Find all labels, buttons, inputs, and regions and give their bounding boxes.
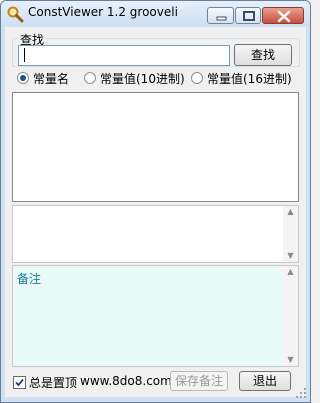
magnifier-app-icon xyxy=(7,6,24,23)
detail-text-area[interactable] xyxy=(12,205,299,263)
note-scrollbar[interactable]: ▲ ▼ xyxy=(283,266,298,366)
radio-indicator[interactable] xyxy=(17,72,29,84)
minimize-button[interactable] xyxy=(207,7,234,24)
radio-const-value-hex[interactable]: 常量值(16进制) xyxy=(191,69,292,87)
scroll-down-arrow-icon[interactable]: ▼ xyxy=(283,354,298,366)
radio-label: 常量值(16进制) xyxy=(207,71,292,86)
detail-scrollbar[interactable]: ▲ ▼ xyxy=(283,206,298,262)
window-title: ConstViewer 1.2 grooveli xyxy=(28,5,178,19)
note-text-area[interactable] xyxy=(12,265,299,367)
text-caret xyxy=(24,48,25,62)
save-note-button[interactable]: 保存备注 xyxy=(170,371,228,391)
checkmark-icon xyxy=(15,378,24,386)
maximize-button[interactable] xyxy=(235,7,261,24)
minimize-icon xyxy=(216,16,227,21)
scroll-down-arrow-icon[interactable]: ▼ xyxy=(283,250,298,262)
always-on-top-label: 总是置顶 xyxy=(29,375,78,390)
checkbox-indicator[interactable] xyxy=(13,375,26,389)
radio-const-name[interactable]: 常量名 xyxy=(17,69,69,87)
radio-label: 常量值(10进制) xyxy=(100,71,185,86)
search-input[interactable] xyxy=(18,45,230,66)
always-on-top-checkbox[interactable]: 总是置顶 xyxy=(13,372,77,392)
scroll-up-arrow-icon[interactable]: ▲ xyxy=(283,266,298,278)
radio-const-value-dec[interactable]: 常量值(10进制) xyxy=(84,69,185,87)
search-button[interactable]: 查找 xyxy=(234,44,292,66)
radio-indicator[interactable] xyxy=(191,72,203,84)
maximize-icon xyxy=(243,11,255,21)
close-icon xyxy=(277,10,291,23)
resize-grip-icon[interactable] xyxy=(295,387,307,399)
radio-label: 常量名 xyxy=(33,71,70,86)
radio-indicator[interactable] xyxy=(84,72,96,84)
result-list[interactable] xyxy=(12,92,299,202)
website-link[interactable]: www.8do8.com xyxy=(80,374,172,388)
exit-button[interactable]: 退出 xyxy=(239,371,291,391)
note-label: 备注 xyxy=(17,272,42,286)
close-button[interactable] xyxy=(262,7,304,24)
scroll-up-arrow-icon[interactable]: ▲ xyxy=(283,206,298,218)
